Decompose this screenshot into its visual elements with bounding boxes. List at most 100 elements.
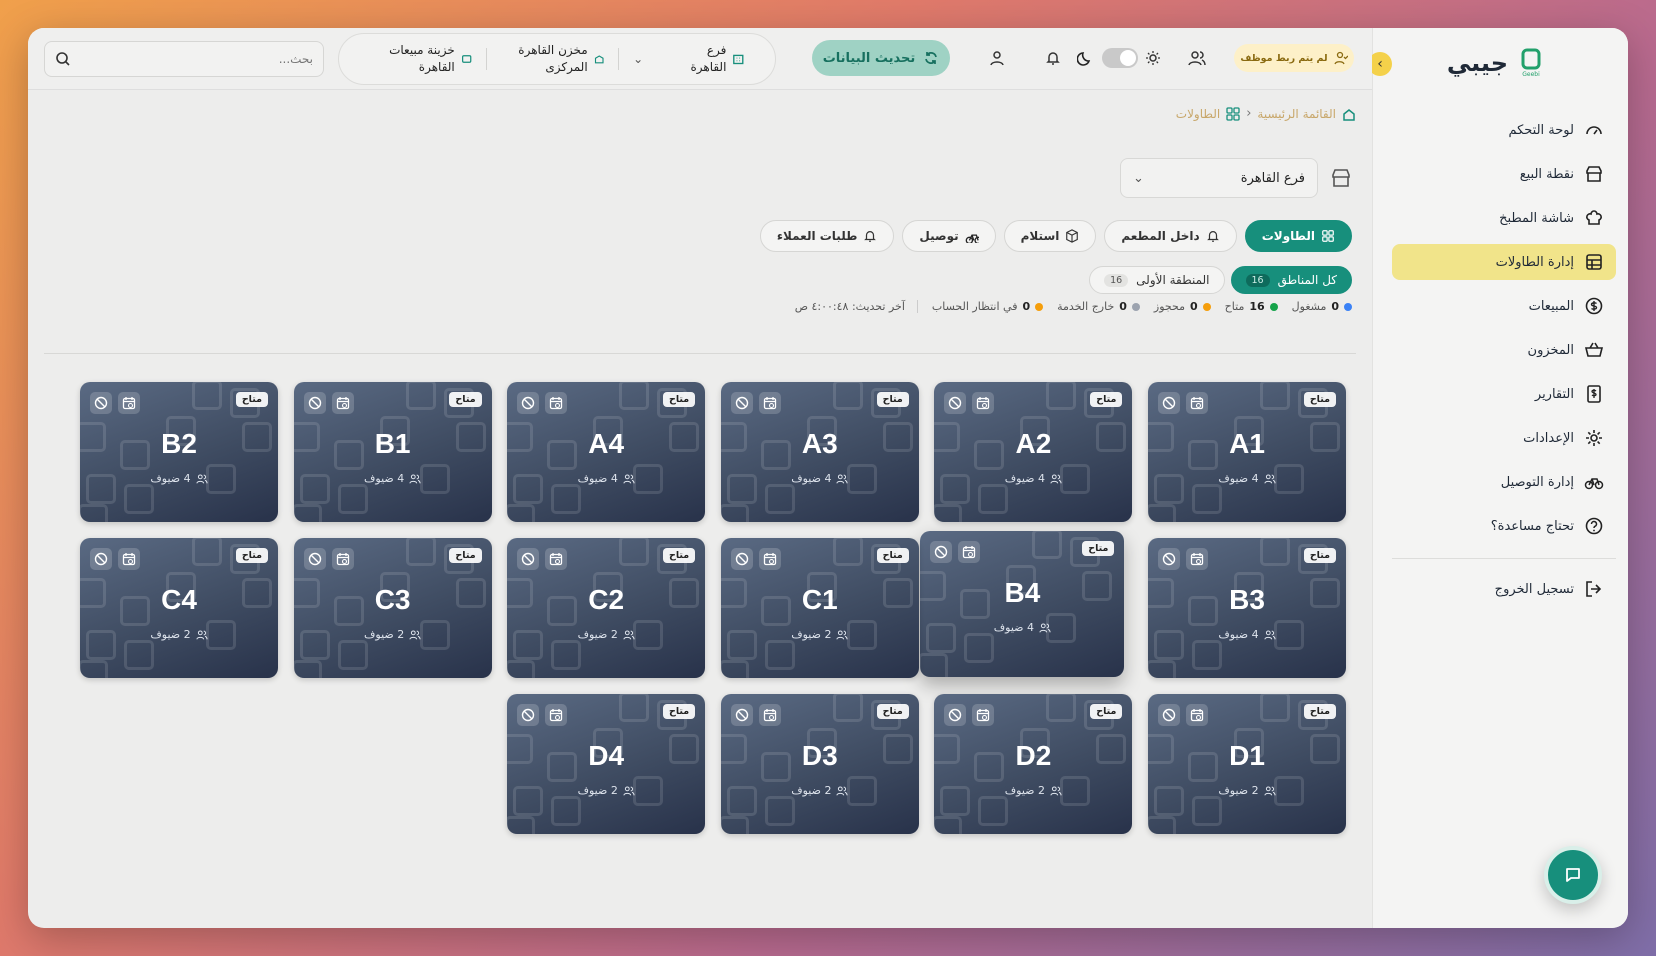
- sidebar-item[interactable]: المبيعات: [1392, 288, 1616, 324]
- store-icon: [1332, 169, 1350, 187]
- reserve-table-button[interactable]: [118, 548, 140, 570]
- disable-table-button[interactable]: [730, 392, 753, 414]
- table-card[interactable]: متاح C3 2 ضيوف: [293, 538, 492, 678]
- tab-tables[interactable]: الطاولات: [1244, 220, 1352, 252]
- tab-label: طلبات العملاء: [776, 229, 858, 243]
- disable-table-button[interactable]: [303, 548, 326, 570]
- table-card[interactable]: متاح A4 4 ضيوف: [507, 382, 706, 522]
- table-card[interactable]: متاح A1 4 ضيوف: [1148, 382, 1346, 522]
- warehouse-selector[interactable]: مخزن القاهرة المركزى: [487, 42, 618, 76]
- disable-table-button[interactable]: [90, 548, 112, 570]
- search-input[interactable]: [71, 52, 313, 66]
- table-card[interactable]: متاح D3 2 ضيوف: [720, 694, 919, 834]
- table-card[interactable]: متاح D2 2 ضيوف: [934, 694, 1133, 834]
- reserve-table-button[interactable]: [545, 548, 568, 570]
- sidebar-item[interactable]: نقطة البيع: [1392, 156, 1616, 192]
- table-card[interactable]: متاح C4 2 ضيوف: [80, 538, 278, 678]
- disable-table-button[interactable]: [930, 541, 953, 563]
- notifications-button[interactable]: [1042, 47, 1064, 69]
- grid-icon: [1226, 106, 1240, 121]
- bell-icon: [1046, 52, 1060, 65]
- sidebar-item[interactable]: التقارير: [1392, 376, 1616, 412]
- reserve-table-button[interactable]: [1186, 548, 1208, 570]
- stat-label: محجوز: [1153, 300, 1186, 313]
- table-card[interactable]: متاح C2 2 ضيوف: [507, 538, 706, 678]
- reserve-table-button[interactable]: [1186, 704, 1208, 726]
- table-card[interactable]: متاح A2 4 ضيوف: [934, 382, 1133, 522]
- reserve-table-button[interactable]: [958, 541, 981, 563]
- sidebar-item[interactable]: إدارة الطاولات: [1392, 244, 1616, 280]
- sidebar-item[interactable]: لوحة التحكم: [1392, 112, 1616, 148]
- light-mode-button[interactable]: [1142, 47, 1164, 69]
- profile-button[interactable]: [986, 47, 1008, 69]
- table-card[interactable]: متاح D4 2 ضيوف: [507, 694, 706, 834]
- table-card[interactable]: متاح A3 4 ضيوف: [720, 382, 919, 522]
- disable-table-button[interactable]: [1158, 548, 1180, 570]
- calendar-clock-icon: [763, 397, 776, 410]
- dark-mode-button[interactable]: [1074, 47, 1096, 69]
- disable-table-button[interactable]: [517, 548, 540, 570]
- reserve-table-button[interactable]: [758, 392, 781, 414]
- disable-table-button[interactable]: [944, 392, 967, 414]
- sidebar-item[interactable]: المخزون: [1392, 332, 1616, 368]
- table-card[interactable]: متاح C1 2 ضيوف: [720, 538, 919, 678]
- sidebar-item[interactable]: إدارة التوصيل: [1392, 464, 1616, 500]
- reserve-table-button[interactable]: [972, 392, 995, 414]
- disable-table-button[interactable]: [517, 392, 540, 414]
- guest-count: 4 ضيوف: [1004, 472, 1046, 485]
- branch-dropdown[interactable]: فرع القاهرة ⌄: [1120, 158, 1318, 198]
- treasury-selector[interactable]: خزينة مبيعات القاهرة: [355, 42, 486, 76]
- sync-data-button[interactable]: تحديث البيانات: [812, 40, 950, 76]
- reserve-table-button[interactable]: [1186, 392, 1208, 414]
- search-box[interactable]: [44, 41, 324, 77]
- reserve-table-button[interactable]: [972, 704, 995, 726]
- search-icon: [56, 52, 70, 66]
- disable-table-button[interactable]: [944, 704, 967, 726]
- dollar-circle-icon: [1585, 297, 1603, 315]
- ban-icon: [735, 552, 749, 566]
- svg-text:Geebi: Geebi: [1522, 71, 1540, 78]
- table-card[interactable]: متاح B1 4 ضيوف: [293, 382, 492, 522]
- disable-table-button[interactable]: [90, 392, 112, 414]
- table-card[interactable]: متاح B3 4 ضيوف: [1148, 538, 1346, 678]
- disable-table-button[interactable]: [303, 392, 326, 414]
- reserve-table-button[interactable]: [331, 548, 354, 570]
- table-card[interactable]: متاح B2 4 ضيوف: [80, 382, 278, 522]
- reserve-table-button[interactable]: [118, 392, 140, 414]
- disable-table-button[interactable]: [730, 704, 753, 726]
- disable-table-button[interactable]: [1158, 704, 1180, 726]
- disable-table-button[interactable]: [730, 548, 753, 570]
- zone-filter[interactable]: المنطقة الأولى 16: [1089, 266, 1225, 294]
- brand[interactable]: Geebi جيبي: [1447, 48, 1544, 78]
- reserve-table-button[interactable]: [545, 704, 568, 726]
- users-button[interactable]: [1186, 47, 1208, 69]
- reserve-table-button[interactable]: [545, 392, 568, 414]
- disable-table-button[interactable]: [517, 704, 540, 726]
- tab-pickup[interactable]: استلام: [1003, 220, 1097, 252]
- employee-link-badge[interactable]: لم يتم ربط موظف: [1234, 44, 1354, 72]
- guest-count: 2 ضيوف: [150, 628, 191, 641]
- tab-customer-orders[interactable]: طلبات العملاء: [759, 220, 895, 252]
- tab-delivery[interactable]: توصيل: [902, 220, 996, 252]
- branch-filter: فرع القاهرة ⌄: [1120, 158, 1352, 198]
- branch-selector[interactable]: فرع القاهرة ⌄: [619, 42, 759, 76]
- status-badge: متاح: [876, 548, 909, 563]
- reserve-table-button[interactable]: [331, 392, 354, 414]
- chat-fab-button[interactable]: [1544, 846, 1602, 904]
- zone-filter[interactable]: كل المناطق 16: [1230, 266, 1352, 294]
- logout-button[interactable]: تسجيل الخروج: [1392, 571, 1616, 607]
- sidebar-item[interactable]: الإعدادات: [1392, 420, 1616, 456]
- theme-toggle[interactable]: [1102, 48, 1138, 68]
- disable-table-button[interactable]: [1158, 392, 1180, 414]
- reserve-table-button[interactable]: [758, 548, 781, 570]
- table-card[interactable]: متاح D1 2 ضيوف: [1148, 694, 1346, 834]
- status-badge: متاح: [235, 392, 268, 407]
- reserve-table-button[interactable]: [758, 704, 781, 726]
- sidebar-item[interactable]: شاشة المطبخ: [1392, 200, 1616, 236]
- table-card[interactable]: متاح B4 4 ضيوف: [920, 531, 1125, 677]
- tab-dine-in[interactable]: داخل المطعم: [1104, 220, 1237, 252]
- sidebar-item[interactable]: تحتاج مساعدة؟: [1392, 508, 1616, 544]
- chevron-down-icon: ⌄: [633, 52, 644, 66]
- breadcrumb-home[interactable]: القائمة الرئيسية: [1257, 107, 1336, 121]
- card-actions: [930, 541, 981, 563]
